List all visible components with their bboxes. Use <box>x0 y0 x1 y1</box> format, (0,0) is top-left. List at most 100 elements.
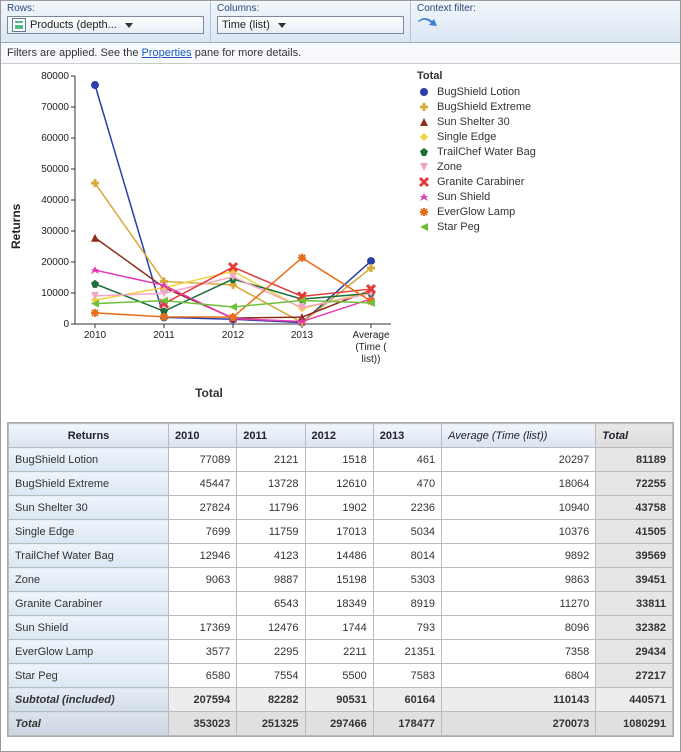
data-cell[interactable]: 440571 <box>596 688 673 712</box>
data-cell[interactable]: 41505 <box>596 520 673 544</box>
legend-item[interactable]: Sun Shield <box>417 189 676 204</box>
data-cell[interactable]: 12946 <box>169 544 237 568</box>
row-label[interactable]: Star Peg <box>9 664 169 688</box>
legend-item[interactable]: TrailChef Water Bag <box>417 144 676 159</box>
data-cell[interactable]: 72255 <box>596 472 673 496</box>
data-cell[interactable]: 1518 <box>305 448 373 472</box>
data-cell[interactable]: 13728 <box>237 472 305 496</box>
legend-item[interactable]: Granite Carabiner <box>417 174 676 189</box>
data-cell[interactable]: 77089 <box>169 448 237 472</box>
data-cell[interactable]: 1902 <box>305 496 373 520</box>
data-cell[interactable]: 4123 <box>237 544 305 568</box>
row-label[interactable]: Single Edge <box>9 520 169 544</box>
data-cell[interactable]: 178477 <box>373 712 441 736</box>
data-cell[interactable]: 7699 <box>169 520 237 544</box>
data-cell[interactable]: 2236 <box>373 496 441 520</box>
data-cell[interactable]: 2211 <box>305 640 373 664</box>
properties-link[interactable]: Properties <box>142 47 192 59</box>
col-header-avg[interactable]: Average (Time (list)) <box>442 424 596 448</box>
legend-item[interactable]: BugShield Lotion <box>417 84 676 99</box>
col-header[interactable]: 2012 <box>305 424 373 448</box>
data-cell[interactable]: 270073 <box>442 712 596 736</box>
data-cell[interactable]: 6804 <box>442 664 596 688</box>
col-header[interactable]: 2011 <box>237 424 305 448</box>
data-cell[interactable]: 470 <box>373 472 441 496</box>
row-label[interactable]: BugShield Extreme <box>9 472 169 496</box>
row-label[interactable]: Zone <box>9 568 169 592</box>
data-cell[interactable]: 45447 <box>169 472 237 496</box>
row-label[interactable]: TrailChef Water Bag <box>9 544 169 568</box>
data-cell[interactable]: 29434 <box>596 640 673 664</box>
data-cell[interactable]: 39569 <box>596 544 673 568</box>
data-cell[interactable]: 251325 <box>237 712 305 736</box>
data-cell[interactable]: 27217 <box>596 664 673 688</box>
col-header-total[interactable]: Total <box>596 424 673 448</box>
data-cell[interactable]: 18349 <box>305 592 373 616</box>
row-label[interactable]: BugShield Lotion <box>9 448 169 472</box>
data-cell[interactable]: 10940 <box>442 496 596 520</box>
data-cell[interactable]: 8096 <box>442 616 596 640</box>
data-cell[interactable]: 81189 <box>596 448 673 472</box>
legend-item[interactable]: Zone <box>417 159 676 174</box>
data-cell[interactable]: 6580 <box>169 664 237 688</box>
data-cell[interactable]: 1080291 <box>596 712 673 736</box>
data-cell[interactable]: 7358 <box>442 640 596 664</box>
data-cell[interactable]: 8919 <box>373 592 441 616</box>
data-cell[interactable]: 90531 <box>305 688 373 712</box>
col-header[interactable]: 2010 <box>169 424 237 448</box>
data-cell[interactable]: 5500 <box>305 664 373 688</box>
data-cell[interactable]: 793 <box>373 616 441 640</box>
data-cell[interactable]: 27824 <box>169 496 237 520</box>
data-cell[interactable]: 43758 <box>596 496 673 520</box>
data-cell[interactable]: 9063 <box>169 568 237 592</box>
legend-item[interactable]: EverGlow Lamp <box>417 204 676 219</box>
data-cell[interactable]: 2295 <box>237 640 305 664</box>
data-cell[interactable]: 11796 <box>237 496 305 520</box>
data-cell[interactable]: 353023 <box>169 712 237 736</box>
data-cell[interactable]: 39451 <box>596 568 673 592</box>
data-cell[interactable]: 11270 <box>442 592 596 616</box>
data-cell[interactable]: 297466 <box>305 712 373 736</box>
context-filter-arrow-icon[interactable] <box>417 18 439 32</box>
data-cell[interactable] <box>169 592 237 616</box>
data-cell[interactable]: 8014 <box>373 544 441 568</box>
legend-item[interactable]: BugShield Extreme <box>417 99 676 114</box>
row-label[interactable]: Subtotal (included) <box>9 688 169 712</box>
data-cell[interactable]: 6543 <box>237 592 305 616</box>
data-cell[interactable]: 18064 <box>442 472 596 496</box>
data-cell[interactable]: 5303 <box>373 568 441 592</box>
rows-dropdown[interactable]: Products (depth... <box>7 16 204 34</box>
data-cell[interactable]: 11759 <box>237 520 305 544</box>
legend-item[interactable]: Star Peg <box>417 219 676 234</box>
col-header[interactable]: 2013 <box>373 424 441 448</box>
data-cell[interactable]: 1744 <box>305 616 373 640</box>
row-label[interactable]: Granite Carabiner <box>9 592 169 616</box>
data-cell[interactable]: 82282 <box>237 688 305 712</box>
data-cell[interactable]: 7583 <box>373 664 441 688</box>
row-label[interactable]: Total <box>9 712 169 736</box>
data-cell[interactable]: 17013 <box>305 520 373 544</box>
data-cell[interactable]: 110143 <box>442 688 596 712</box>
legend-item[interactable]: Sun Shelter 30 <box>417 114 676 129</box>
data-cell[interactable]: 9892 <box>442 544 596 568</box>
data-cell[interactable]: 5034 <box>373 520 441 544</box>
data-cell[interactable]: 60164 <box>373 688 441 712</box>
row-label[interactable]: Sun Shield <box>9 616 169 640</box>
data-cell[interactable]: 33811 <box>596 592 673 616</box>
data-cell[interactable]: 21351 <box>373 640 441 664</box>
data-cell[interactable]: 32382 <box>596 616 673 640</box>
data-cell[interactable]: 461 <box>373 448 441 472</box>
data-cell[interactable]: 9863 <box>442 568 596 592</box>
data-cell[interactable]: 12476 <box>237 616 305 640</box>
data-cell[interactable]: 2121 <box>237 448 305 472</box>
data-cell[interactable]: 15198 <box>305 568 373 592</box>
row-label[interactable]: EverGlow Lamp <box>9 640 169 664</box>
data-cell[interactable]: 17369 <box>169 616 237 640</box>
data-cell[interactable]: 10376 <box>442 520 596 544</box>
data-cell[interactable]: 12610 <box>305 472 373 496</box>
data-cell[interactable]: 20297 <box>442 448 596 472</box>
row-label[interactable]: Sun Shelter 30 <box>9 496 169 520</box>
columns-dropdown[interactable]: Time (list) <box>217 16 404 34</box>
data-cell[interactable]: 14486 <box>305 544 373 568</box>
data-cell[interactable]: 7554 <box>237 664 305 688</box>
